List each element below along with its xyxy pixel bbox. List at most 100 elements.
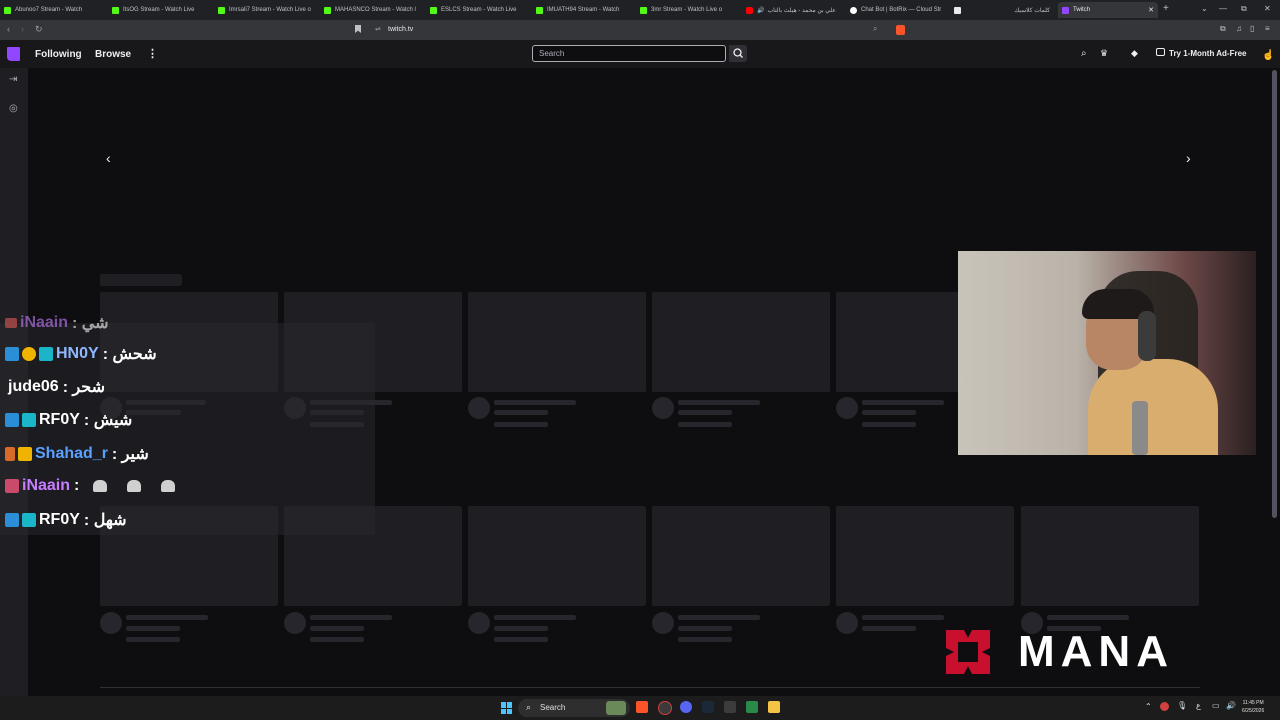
- taskbar-clock[interactable]: 11:45 PM 6/25/2026: [1242, 699, 1264, 715]
- kick-icon: [112, 6, 119, 14]
- reload-icon[interactable]: ↻: [35, 24, 43, 35]
- language-icon[interactable]: ع: [1196, 701, 1201, 710]
- search-button[interactable]: [729, 45, 747, 62]
- browser-tab[interactable]: Imrsali7 Stream - Watch Live o: [218, 2, 316, 18]
- avatar-skeleton: [836, 397, 858, 419]
- crown-icon[interactable]: ♛: [1100, 48, 1108, 59]
- nav-browse[interactable]: Browse: [95, 49, 131, 60]
- carousel-next-button[interactable]: ›: [1186, 150, 1191, 166]
- close-window-button[interactable]: ✕: [1264, 4, 1271, 13]
- search-icon: [733, 48, 743, 58]
- text-skeleton: [862, 400, 944, 405]
- brave-browser-icon[interactable]: [636, 701, 648, 713]
- terminal-icon[interactable]: [724, 701, 736, 713]
- obs-icon[interactable]: [658, 701, 672, 715]
- start-icon[interactable]: [501, 702, 513, 714]
- kick-icon: [430, 6, 437, 14]
- vip-badge-icon: [5, 479, 19, 493]
- browser-tab[interactable]: كلمات كلاسيك: [1010, 2, 1050, 18]
- discord-icon[interactable]: [680, 701, 692, 713]
- twitch-logo-icon[interactable]: [7, 47, 20, 61]
- search-input[interactable]: Search: [532, 45, 726, 62]
- text-skeleton: [494, 615, 576, 620]
- browser-tab[interactable]: ItsOG Stream - Watch Live: [112, 2, 210, 18]
- ghost-emote-icon: [127, 480, 142, 492]
- stream-card-skeleton: [468, 292, 646, 392]
- sidebar-icon[interactable]: ▯: [1250, 24, 1254, 33]
- tab-search-button[interactable]: ⌄: [1201, 4, 1208, 13]
- avatar-skeleton: [836, 612, 858, 634]
- kick-icon: [4, 6, 11, 14]
- text-skeleton: [862, 422, 916, 427]
- browser-tab[interactable]: IMUATH94 Stream - Watch: [536, 2, 634, 18]
- ad-free-button[interactable]: Try 1-Month Ad-Free: [1169, 49, 1246, 58]
- browser-tab-active[interactable]: Twitch ✕: [1058, 2, 1158, 18]
- microphone: [1132, 401, 1148, 455]
- text-skeleton: [678, 615, 760, 620]
- bits-icon[interactable]: ◆: [1131, 48, 1138, 59]
- new-tab-button[interactable]: +: [1163, 3, 1169, 14]
- text-skeleton: [494, 626, 548, 631]
- browser-tab[interactable]: Chat Bot | BotRix — Cloud Str: [850, 2, 944, 18]
- chat-message: RF0Y: شهل: [5, 510, 127, 530]
- volume-icon[interactable]: 🔊: [1226, 701, 1236, 710]
- chevron-up-icon[interactable]: ⌃: [1145, 702, 1152, 711]
- steam-icon[interactable]: [702, 701, 714, 713]
- moderator-badge-icon: [5, 413, 19, 427]
- chat-message: jude06: شحر: [8, 378, 106, 396]
- menu-icon[interactable]: ≡: [1265, 24, 1270, 33]
- stream-card-skeleton: [1021, 506, 1199, 606]
- webcam-overlay: [958, 251, 1256, 455]
- maximize-button[interactable]: ⧉: [1241, 4, 1247, 14]
- bookmark-icon[interactable]: [355, 25, 361, 33]
- avatar-skeleton: [652, 397, 674, 419]
- browser-tab-strip: Abunoo7 Stream - Watch ItsOG Stream - Wa…: [0, 0, 1280, 20]
- url-field[interactable]: twitch.tv: [388, 26, 413, 33]
- more-options-icon[interactable]: ⋮: [147, 47, 158, 60]
- page-scrollbar[interactable]: [1272, 70, 1277, 518]
- chat-message: iNaain: شي: [5, 313, 109, 333]
- text-skeleton: [678, 626, 732, 631]
- taskbar-search-box[interactable]: ⌕ Search: [518, 699, 630, 717]
- browser-tab[interactable]: 3mr Stream - Watch Live o: [640, 2, 738, 18]
- stream-card-skeleton: [652, 506, 830, 606]
- text-skeleton: [678, 410, 732, 415]
- zoom-icon[interactable]: ⌕: [873, 24, 877, 34]
- chat-message: HN0Y: شحش: [5, 344, 157, 364]
- kick-icon: [640, 6, 647, 14]
- browser-tab[interactable]: Abunoo7 Stream - Watch: [4, 2, 102, 18]
- headphones: [1138, 311, 1156, 361]
- forward-icon[interactable]: ›: [21, 24, 24, 34]
- browser-tab[interactable]: ESLCS Stream - Watch Live: [430, 2, 528, 18]
- text-skeleton: [678, 400, 760, 405]
- close-tab-icon[interactable]: ✕: [1148, 6, 1154, 14]
- browser-tab[interactable]: 🔊 علي بن محمد - هيلث بالتاب: [746, 2, 844, 18]
- nav-following[interactable]: Following: [35, 49, 82, 60]
- tray-app-icon[interactable]: [1160, 702, 1169, 711]
- search-placeholder: Search: [539, 49, 565, 58]
- recommended-icon[interactable]: ◎: [9, 103, 18, 114]
- extensions-icon[interactable]: ⧉: [1220, 24, 1226, 34]
- site-info-icon[interactable]: ⇌: [375, 25, 381, 33]
- subscriber-badge-icon: [22, 413, 36, 427]
- mana-logo: [940, 624, 996, 680]
- mana-emblem-icon: [946, 630, 990, 674]
- text-skeleton: [126, 626, 180, 631]
- back-icon[interactable]: ‹: [7, 24, 10, 34]
- media-icon[interactable]: ♫: [1236, 24, 1242, 33]
- youtube-icon: [746, 6, 753, 14]
- whispers-icon[interactable]: ⌕: [1081, 48, 1087, 59]
- network-icon[interactable]: ▭: [1212, 701, 1220, 710]
- app-icon[interactable]: [746, 701, 758, 713]
- minimize-button[interactable]: —: [1219, 4, 1227, 13]
- browser-tab[interactable]: [954, 2, 968, 18]
- file-explorer-icon[interactable]: [768, 701, 780, 713]
- subscriber-badge-icon: [22, 513, 36, 527]
- browser-tab[interactable]: MAHASNCO Stream - Watch l: [324, 2, 422, 18]
- expand-sidebar-icon[interactable]: ⇥: [9, 74, 17, 85]
- brave-shields-icon[interactable]: [896, 25, 905, 35]
- microphone-icon[interactable]: 🎙: [1177, 701, 1187, 710]
- carousel-prev-button[interactable]: ‹: [106, 150, 111, 166]
- mouse-cursor-icon: ☝: [1262, 50, 1275, 61]
- kick-icon: [218, 6, 225, 14]
